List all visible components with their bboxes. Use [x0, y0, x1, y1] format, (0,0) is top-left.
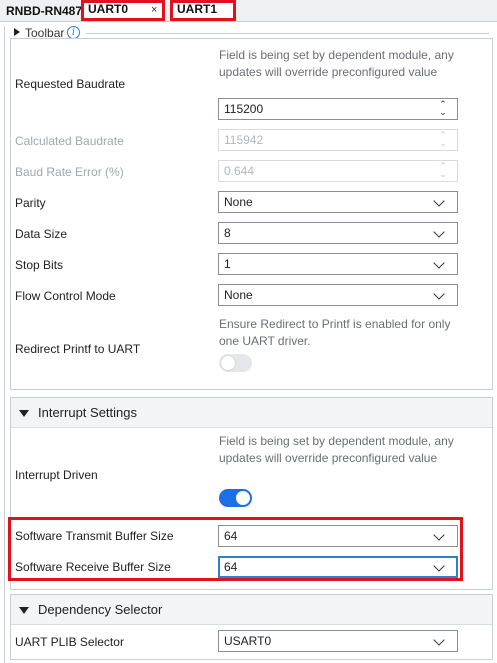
- uart-settings-panel: Field is being set by dependent module, …: [10, 38, 493, 390]
- calculated-baudrate-label: Calculated Baudrate: [15, 134, 124, 148]
- requested-baudrate-note: Field is being set by dependent module, …: [219, 48, 454, 79]
- parity-value: None: [224, 195, 253, 209]
- tab-strip: RNBD-RN487x UART0 × UART1: [0, 0, 497, 22]
- parity-select[interactable]: None: [218, 191, 458, 213]
- dependency-selector-header[interactable]: Dependency Selector: [11, 595, 492, 625]
- interrupt-driven-label: Interrupt Driven: [15, 468, 98, 482]
- tab-uart0[interactable]: UART0 ×: [81, 0, 165, 21]
- close-icon[interactable]: ×: [151, 4, 157, 17]
- uart-plib-selector-label: UART PLIB Selector: [15, 635, 124, 649]
- chevron-down-icon: [433, 226, 445, 238]
- collapse-triangle-icon: [19, 410, 29, 417]
- requested-baudrate-spinner[interactable]: 115200 ⌃ ⌄: [218, 98, 458, 120]
- collapse-triangle-icon: [19, 607, 29, 614]
- spinner-arrows-icon: ⌃ ⌄: [439, 161, 447, 179]
- requested-baudrate-label: Requested Baudrate: [15, 77, 126, 91]
- chevron-down-icon: [433, 288, 445, 300]
- flow-control-label: Flow Control Mode: [15, 289, 116, 303]
- uart-plib-selector-value: USART0: [224, 634, 272, 648]
- data-size-label: Data Size: [15, 227, 68, 241]
- dependency-selector-panel: Dependency Selector UART PLIB Selector U…: [10, 594, 493, 660]
- stop-bits-label: Stop Bits: [15, 258, 64, 272]
- interrupt-settings-header[interactable]: Interrupt Settings: [11, 398, 492, 428]
- interrupt-settings-title: Interrupt Settings: [38, 405, 137, 420]
- flow-control-select[interactable]: None: [218, 284, 458, 306]
- uart-plib-selector-select[interactable]: USART0: [218, 630, 458, 652]
- redirect-printf-label: Redirect Printf to UART: [15, 342, 141, 356]
- expand-caret-icon[interactable]: [14, 28, 20, 36]
- left-guide-line: [4, 26, 5, 663]
- tab-rnbd-rn487x[interactable]: RNBD-RN487x: [6, 2, 89, 21]
- calculated-baudrate-value: 115942: [224, 133, 264, 147]
- data-size-value: 8: [224, 226, 231, 240]
- chevron-down-icon: [433, 634, 445, 646]
- baud-rate-error-label: Baud Rate Error (%): [15, 165, 124, 179]
- interrupt-driven-toggle[interactable]: [219, 489, 252, 507]
- buffer-size-highlight: [8, 517, 463, 581]
- chevron-down-icon: [433, 195, 445, 207]
- dependency-selector-title: Dependency Selector: [38, 602, 163, 617]
- parity-label: Parity: [15, 196, 46, 210]
- requested-baudrate-value: 115200: [224, 102, 264, 116]
- toggle-knob: [236, 491, 250, 505]
- data-size-select[interactable]: 8: [218, 222, 458, 244]
- flow-control-value: None: [224, 288, 253, 302]
- tab-uart1[interactable]: UART1: [170, 0, 236, 21]
- calculated-baudrate-spinner: 115942 ⌃ ⌄: [218, 129, 458, 151]
- stop-bits-value: 1: [224, 257, 231, 271]
- tab-uart1-label: UART1: [177, 2, 218, 16]
- toggle-knob: [221, 356, 235, 370]
- baud-rate-error-spinner: 0.644 ⌃ ⌄: [218, 160, 458, 182]
- baud-rate-error-value: 0.644: [224, 164, 255, 178]
- interrupt-driven-note: Field is being set by dependent module, …: [219, 434, 454, 465]
- toolbar-divider: [86, 33, 489, 34]
- chevron-down-icon: [433, 257, 445, 269]
- spinner-arrows-icon: ⌃ ⌄: [439, 130, 447, 148]
- spinner-arrows-icon[interactable]: ⌃ ⌄: [437, 100, 449, 118]
- tab-uart0-label: UART0: [88, 2, 129, 16]
- stop-bits-select[interactable]: 1: [218, 253, 458, 275]
- redirect-printf-note: Ensure Redirect to Printf is enabled for…: [219, 317, 451, 348]
- redirect-printf-toggle[interactable]: [219, 354, 252, 372]
